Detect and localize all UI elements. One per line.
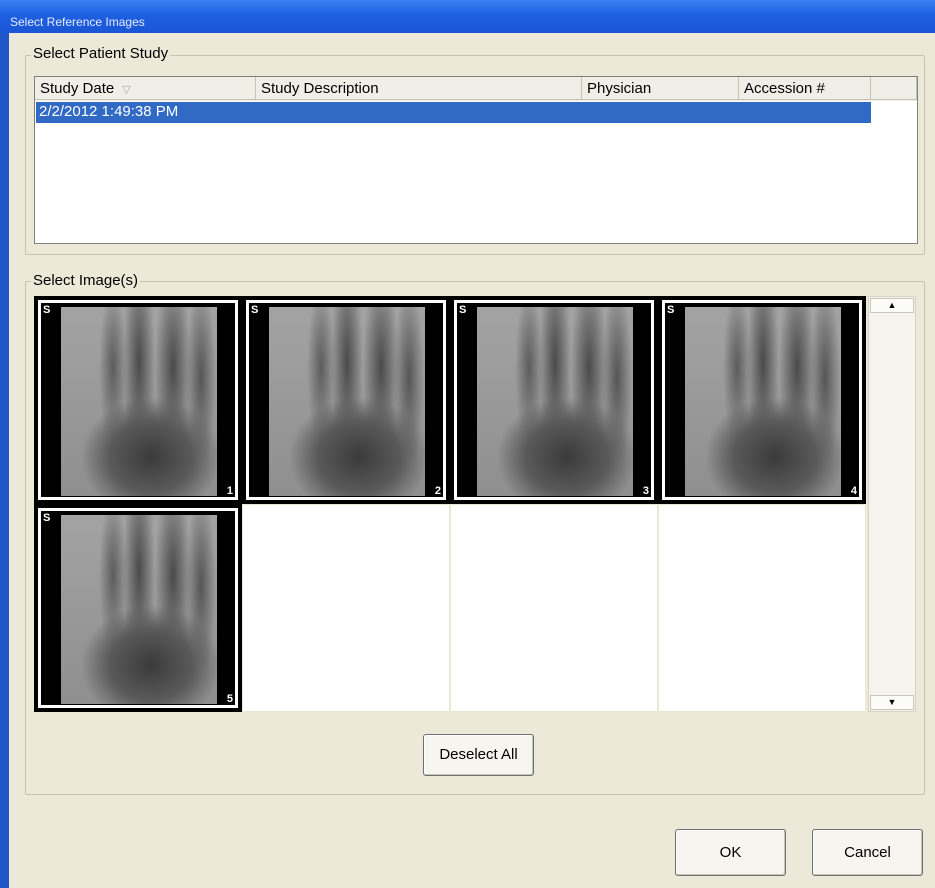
column-study-date-label: Study Date [40,80,115,97]
image-number: 1 [226,485,233,497]
study-date-cell: 2/2/2012 1:49:38 PM [39,103,179,120]
thumbnail-3[interactable]: S 3 [450,296,658,504]
thumbnail-5[interactable]: S 5 [34,504,242,712]
hand-xray-image [269,307,425,496]
cancel-button[interactable]: Cancel [812,829,923,876]
orientation-marker: S [43,512,51,524]
hand-xray-image [61,515,217,704]
thumbnail-frame: S 5 [38,508,238,708]
image-number: 4 [850,485,857,497]
column-study-description-label: Study Description [261,80,379,97]
title-bar[interactable]: Select Reference Images [0,0,935,33]
image-select-group-label: Select Image(s) [31,272,141,289]
thumbnail-frame: S 2 [246,300,446,500]
study-list-header: Study Date ▽ Study Description Physician … [35,77,917,101]
thumbnail-frame: S 1 [38,300,238,500]
image-number: 2 [434,485,441,497]
thumbnail-frame: S 3 [454,300,654,500]
orientation-marker: S [251,304,259,316]
table-row[interactable]: 2/2/2012 1:49:38 PM [36,102,871,123]
arrow-up-icon: ▲ [887,300,897,310]
empty-thumbnail-slot [658,504,866,712]
dialog-window: Select Reference Images Select Patient S… [0,0,935,888]
column-header-study-date[interactable]: Study Date ▽ [35,77,256,100]
hand-xray-image [61,307,217,496]
column-header-study-description[interactable]: Study Description [256,77,582,100]
thumbnail-frame: S 4 [662,300,862,500]
window-left-border [0,0,9,888]
study-list[interactable]: Study Date ▽ Study Description Physician … [34,76,918,244]
scroll-down-button[interactable]: ▼ [870,695,914,710]
image-number: 5 [226,693,233,705]
empty-thumbnail-slot [450,504,658,712]
image-grid-scrollbar[interactable]: ▲ ▼ [868,296,916,712]
patient-study-group-label: Select Patient Study [31,45,171,62]
column-header-filler [871,77,917,100]
window-title: Select Reference Images [10,15,145,29]
scroll-up-button[interactable]: ▲ [870,298,914,313]
image-grid: S 1 S 2 S 3 S 4 S 5 [34,296,866,712]
hand-xray-image [685,307,841,496]
column-header-accession[interactable]: Accession # [739,77,871,100]
thumbnail-4[interactable]: S 4 [658,296,866,504]
thumbnail-1[interactable]: S 1 [34,296,242,504]
arrow-down-icon: ▼ [887,697,897,707]
column-header-physician[interactable]: Physician [582,77,739,100]
hand-xray-image [477,307,633,496]
orientation-marker: S [43,304,51,316]
image-number: 3 [642,485,649,497]
orientation-marker: S [459,304,467,316]
deselect-all-button[interactable]: Deselect All [423,734,534,776]
orientation-marker: S [667,304,675,316]
thumbnail-2[interactable]: S 2 [242,296,450,504]
ok-button[interactable]: OK [675,829,786,876]
column-accession-label: Accession # [744,80,825,97]
empty-thumbnail-slot [242,504,450,712]
column-physician-label: Physician [587,80,652,97]
sort-down-icon: ▽ [122,84,131,96]
